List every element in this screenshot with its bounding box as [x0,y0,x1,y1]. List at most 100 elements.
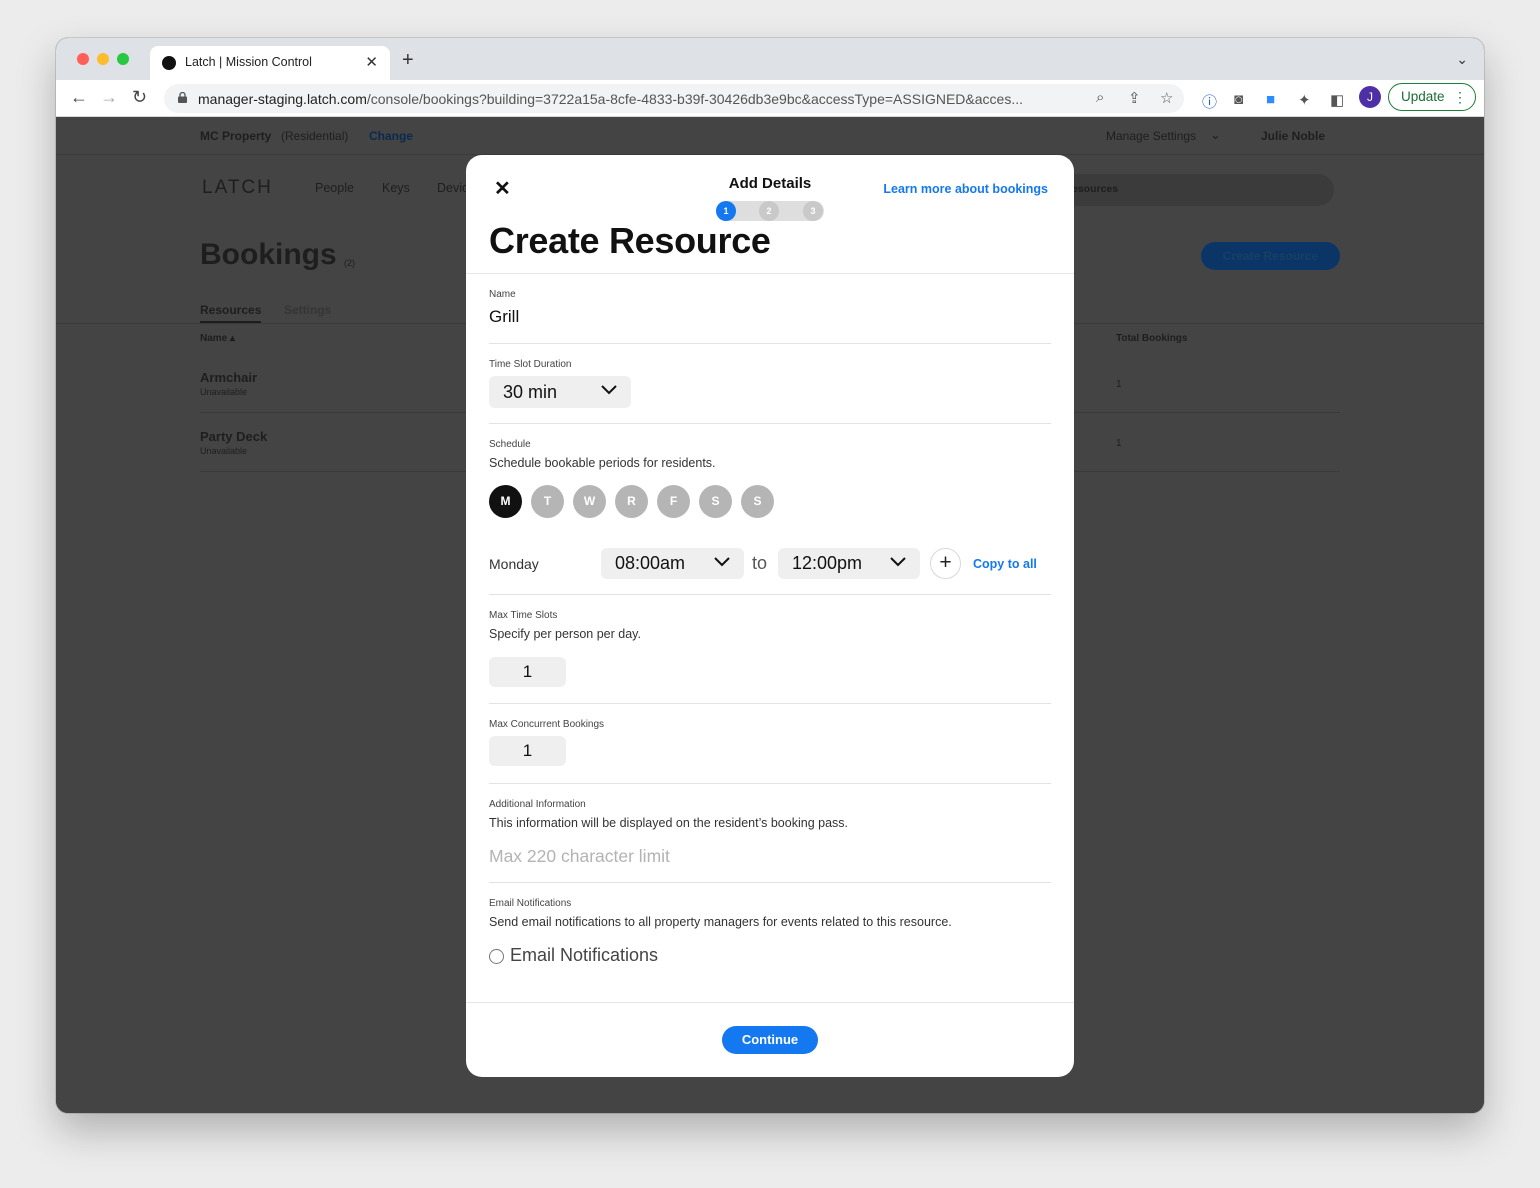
row-status: Unavailable [200,387,248,397]
schedule-description: Schedule bookable periods for residents. [489,456,716,470]
page-title: Bookings [200,238,337,271]
address-bar[interactable]: manager-staging.latch.com/console/bookin… [164,84,1184,113]
property-name: MC Property [200,129,272,143]
max-slots-description: Specify per person per day. [489,627,641,641]
divider [489,703,1051,704]
add-period-button[interactable]: + [930,548,961,579]
duration-select[interactable]: 30 min [489,376,631,408]
tab-close-icon[interactable]: ✕ [365,53,378,71]
bookmark-star-icon[interactable]: ☆ [1160,89,1173,107]
row-name: Armchair [200,370,258,385]
profile-avatar[interactable]: J [1359,86,1381,108]
start-time-select[interactable]: 08:00am [601,548,744,579]
chevron-down-icon[interactable]: ⌄ [1210,127,1221,143]
to-label: to [752,553,768,573]
nav-people[interactable]: People [315,181,354,195]
extensions-puzzle-icon[interactable]: ✦ [1298,91,1311,109]
nav-keys[interactable]: Keys [382,181,410,195]
update-label: Update [1401,89,1445,104]
manage-settings-menu[interactable]: Manage Settings [1106,129,1196,143]
minimize-window-icon[interactable] [97,53,109,65]
step-indicator-2: 2 [759,201,779,221]
day-saturday[interactable]: S [699,485,732,518]
additional-info-label: Additional Information [489,799,586,810]
max-slots-input[interactable]: 1 [489,657,566,687]
tab-title: Latch | Mission Control [185,55,312,69]
email-notifications-description: Send email notifications to all property… [489,915,952,929]
duration-value: 30 min [503,382,558,402]
user-name[interactable]: Julie Noble [1261,129,1325,143]
browser-tab[interactable]: Latch | Mission Control ✕ [150,46,390,80]
reload-icon[interactable]: ↻ [132,87,147,107]
share-icon[interactable]: ⇪ [1128,89,1141,107]
step-progress: 1 2 3 [716,201,824,221]
update-button[interactable]: Update ⋮ [1388,83,1476,111]
name-label: Name [489,289,516,300]
end-time-select[interactable]: 12:00pm [778,548,920,579]
property-type: (Residential) [281,129,349,143]
create-resource-button[interactable]: Create Resource [1201,242,1340,270]
duration-label: Time Slot Duration [489,359,572,370]
tab-strip: Latch | Mission Control ✕ + ⌄ [56,38,1484,80]
tab-resources[interactable]: Resources [200,303,262,323]
column-total-bookings[interactable]: Total Bookings [1116,333,1187,344]
day-friday[interactable]: F [657,485,690,518]
day-tuesday[interactable]: T [531,485,564,518]
row-total: 1 [1116,379,1122,390]
additional-info-input[interactable]: Max 220 character limit [489,846,670,867]
column-name[interactable]: Name ▴ [200,333,235,344]
back-icon[interactable]: ← [70,87,88,107]
chevron-down-icon [714,557,730,567]
tab-settings[interactable]: Settings [284,303,331,317]
end-time-value: 12:00pm [792,553,863,573]
zoom-icon[interactable]: ⌕ [1096,89,1104,106]
learn-more-link[interactable]: Learn more about bookings [883,182,1048,196]
camera-icon[interactable]: ◙ [1234,91,1243,108]
name-field[interactable]: Grill [489,307,519,327]
more-menu-icon: ⋮ [1453,89,1467,105]
chevron-down-icon [601,385,617,395]
modal-title: Create Resource [489,220,771,261]
footer-divider [466,1002,1074,1003]
resource-count: (2) [344,258,355,268]
schedule-label: Schedule [489,439,531,450]
max-concurrent-label: Max Concurrent Bookings [489,719,605,730]
side-panel-icon[interactable]: ◧ [1330,91,1344,109]
browser-toolbar: ← → ↻ manager-staging.latch.com/console/… [56,80,1484,117]
divider [489,882,1051,883]
latch-favicon-icon [162,56,176,70]
max-concurrent-input[interactable]: 1 [489,736,566,766]
divider [489,423,1051,424]
chevron-down-icon [890,557,906,567]
additional-info-description: This information will be displayed on th… [489,816,848,830]
email-notifications-radio[interactable] [489,949,504,964]
step-indicator-3: 3 [803,201,823,221]
nav-devices[interactable]: Devic [437,181,468,195]
divider [489,594,1051,595]
new-tab-icon[interactable]: + [402,50,414,70]
url-text: manager-staging.latch.com/console/bookin… [198,91,1023,107]
row-total: 1 [1116,438,1122,449]
latch-logo[interactable]: LATCH [202,177,273,199]
day-sunday[interactable]: S [741,485,774,518]
day-wednesday[interactable]: W [573,485,606,518]
row-name: Party Deck [200,429,268,444]
day-thursday[interactable]: R [615,485,648,518]
forward-icon[interactable]: → [100,87,118,107]
browser-window: Latch | Mission Control ✕ + ⌄ ← → ↻ mana… [56,38,1484,1113]
divider [489,343,1051,344]
copy-to-all-link[interactable]: Copy to all [973,557,1037,571]
lock-icon [178,92,187,103]
divider [489,783,1051,784]
maximize-window-icon[interactable] [117,53,129,65]
change-property-link[interactable]: Change [369,129,413,143]
tab-search-chevron-icon[interactable]: ⌄ [1456,51,1468,68]
password-manager-icon[interactable]: ⓘ [1202,91,1217,112]
zoom-extension-icon[interactable]: ■ [1266,91,1275,108]
close-window-icon[interactable] [77,53,89,65]
day-monday[interactable]: M [489,485,522,518]
email-notifications-option[interactable]: Email Notifications [510,945,658,966]
continue-button[interactable]: Continue [722,1026,818,1054]
row-status: Unavailable [200,446,248,456]
email-notifications-label: Email Notifications [489,898,572,909]
